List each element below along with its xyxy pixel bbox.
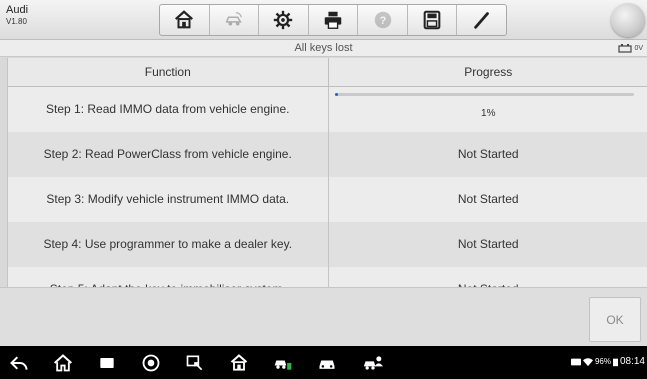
print-icon — [324, 11, 342, 29]
clock: 08:14 — [619, 356, 645, 367]
top-toolbar: Audi V1.80 ? — [0, 0, 647, 40]
diagnostics-home-button[interactable] — [228, 352, 250, 374]
vehicle-swap-icon — [225, 12, 242, 26]
home-button[interactable] — [160, 5, 210, 35]
table-row: Step 3: Modify vehicle instrument IMMO d… — [8, 176, 647, 222]
toolbar-button-group: ? — [159, 4, 507, 36]
save-icon — [423, 10, 441, 30]
system-navigation-bar: 96% 08:14 — [0, 346, 647, 379]
android-home-button[interactable] — [52, 352, 74, 374]
step-function-cell: Step 1: Read IMMO data from vehicle engi… — [8, 86, 329, 132]
step-progress-cell: Not Started — [328, 266, 647, 287]
progress-bar-fill — [334, 92, 338, 96]
column-header-function: Function — [8, 58, 329, 87]
steps-table[interactable]: Function Progress Step 1: Read IMMO data… — [7, 58, 647, 287]
pen-button[interactable] — [457, 5, 506, 35]
step-progress-cell: Not Started — [328, 221, 647, 267]
table-row: Step 2: Read PowerClass from vehicle eng… — [8, 131, 647, 177]
step-progress-cell: Not Started — [328, 131, 647, 177]
battery-percent: 96% — [594, 357, 611, 366]
car-battery-icon — [618, 44, 633, 53]
ok-button[interactable]: OK — [589, 297, 641, 342]
function-title-bar: All keys lost 0V — [0, 40, 647, 57]
vehicle-service-button[interactable] — [272, 352, 294, 374]
floating-dock-button[interactable] — [611, 3, 645, 37]
remote-support-button[interactable] — [362, 352, 384, 374]
svg-text:?: ? — [379, 15, 386, 27]
table-row: Step 1: Read IMMO data from vehicle engi… — [8, 86, 647, 132]
function-title: All keys lost — [294, 42, 353, 54]
screen-capture-icon — [186, 355, 203, 371]
help-button[interactable]: ? — [358, 5, 408, 35]
vehicle-swap-button[interactable] — [210, 5, 260, 35]
column-header-progress: Progress — [328, 58, 647, 87]
recent-apps-icon — [100, 358, 114, 368]
back-button[interactable] — [8, 352, 30, 374]
battery-voltage: 0V — [618, 43, 643, 53]
progress-percent: 1% — [481, 107, 496, 119]
status-area: 96% 08:14 — [570, 356, 645, 367]
print-button[interactable] — [309, 5, 359, 35]
help-icon: ? — [374, 11, 391, 29]
software-version: V1.80 — [6, 17, 27, 26]
diagnostics-home-icon — [230, 354, 248, 371]
back-icon — [10, 356, 28, 370]
recent-apps-button[interactable] — [96, 352, 118, 374]
table-header-row: Function Progress — [8, 58, 647, 87]
home-icon — [53, 354, 73, 372]
vehicle-make: Audi — [6, 4, 29, 16]
home-icon — [175, 10, 194, 29]
step-function-cell: Step 4: Use programmer to make a dealer … — [8, 221, 329, 267]
battery-icon — [612, 358, 618, 366]
step-function-cell: Step 2: Read PowerClass from vehicle eng… — [8, 131, 329, 177]
vehicle-service-icon — [274, 360, 292, 370]
progress-bar-track — [334, 92, 634, 96]
step-progress-cell: Not Started — [328, 176, 647, 222]
progress-indicator: 1% — [329, 87, 647, 132]
screen-capture-button[interactable] — [184, 352, 206, 374]
table-row: Step 5: Adapt the key to immobiliser sys… — [8, 266, 647, 287]
browser-icon — [142, 354, 160, 372]
browser-button[interactable] — [140, 352, 162, 374]
message-icon — [570, 358, 581, 365]
vehicle-info: Audi V1.80 — [6, 5, 28, 26]
vehicle-icon — [319, 360, 335, 369]
wifi-icon — [582, 357, 593, 366]
bottom-action-bar: OK — [0, 287, 647, 346]
battery-voltage-value: 0V — [634, 44, 643, 52]
step-function-cell: Step 5: Adapt the key to immobiliser sys… — [8, 266, 329, 287]
table-row: Step 4: Use programmer to make a dealer … — [8, 221, 647, 267]
step-function-cell: Step 3: Modify vehicle instrument IMMO d… — [8, 176, 329, 222]
settings-button[interactable] — [259, 5, 309, 35]
save-button[interactable] — [408, 5, 458, 35]
settings-icon — [274, 10, 293, 30]
remote-support-icon — [363, 356, 383, 370]
vehicle-button[interactable] — [316, 352, 338, 374]
step-progress-cell: 1% — [328, 86, 647, 132]
pen-icon — [473, 12, 489, 29]
